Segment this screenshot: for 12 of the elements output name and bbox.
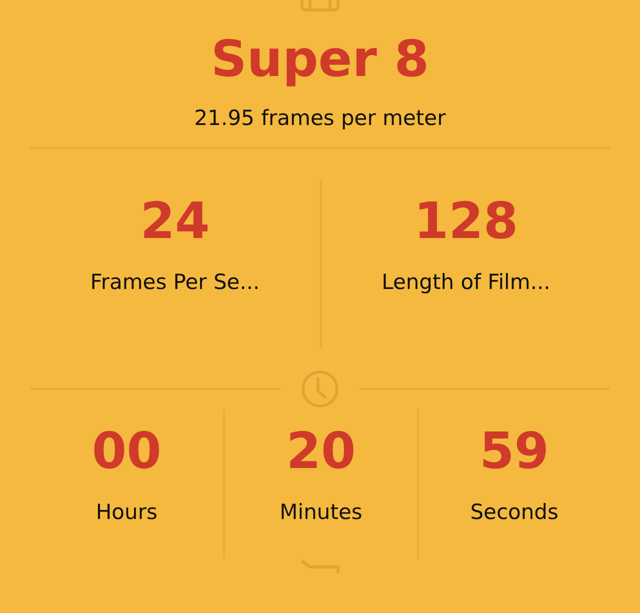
value-text: 00 bbox=[92, 421, 162, 481]
value-text: 20 bbox=[286, 421, 356, 481]
value-label: Minutes bbox=[280, 499, 362, 526]
value-label: Frames Per Se... bbox=[90, 269, 260, 296]
value-label: Hours bbox=[96, 499, 158, 526]
value-label: Length of Film... bbox=[382, 269, 550, 296]
format-title: Super 8 bbox=[210, 29, 430, 89]
value-text: 24 bbox=[140, 191, 210, 251]
value-label: Seconds bbox=[470, 499, 558, 526]
format-subtitle: 21.95 frames per meter bbox=[194, 105, 446, 132]
value-text: 128 bbox=[414, 191, 518, 251]
value-text: 59 bbox=[480, 421, 550, 481]
